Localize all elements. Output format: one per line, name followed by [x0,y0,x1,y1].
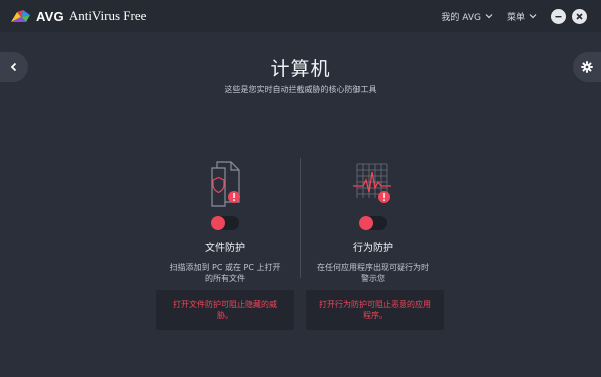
behavior-shield-toggle[interactable] [359,216,387,230]
file-shield-panel: 文件防护 扫描添加到 PC 或在 PC 上打开的所有文件 [145,158,305,284]
file-shield-toggle[interactable] [211,216,239,230]
file-shield-warning[interactable]: 打开文件防护可阻止隐藏的威胁。 [156,290,294,330]
close-icon [576,12,583,20]
minimize-icon [555,15,562,17]
my-avg-label: 我的 AVG [441,12,481,23]
page-subtitle: 这些是您实时自动拦截威胁的核心防御工具 [224,85,377,94]
close-button[interactable] [572,8,587,24]
avg-logo-icon [11,10,30,22]
title-bar: AVG AntiVirus Free 我的 AVG 菜单 [0,0,601,32]
titlebar-controls: 我的 AVG 菜单 [441,0,587,32]
toggle-knob [359,216,373,230]
my-avg-menu[interactable]: 我的 AVG [441,10,493,23]
feature-name: 行为防护 [353,243,393,254]
brand-name: AVG [36,8,64,24]
chevron-down-icon [529,14,537,19]
behavior-shield-icon [353,163,391,203]
feature-description: 在任何应用程序出现可疑行为时警示您 [317,263,429,283]
main-content: 计算机 这些是您实时自动拦截威胁的核心防御工具 文件防护 扫描添加到 PC 或在… [0,32,601,377]
feature-description: 扫描添加到 PC 或在 PC 上打开的所有文件 [169,263,281,283]
minimize-button[interactable] [551,8,566,24]
behavior-shield-panel: 行为防护 在任何应用程序出现可疑行为时警示您 [293,158,453,284]
page-title: 计算机 [270,58,331,80]
app-logo: AVG AntiVirus Free [10,8,146,24]
menu-label: 菜单 [506,12,525,23]
toggle-knob [211,216,225,230]
chevron-down-icon [485,14,493,19]
feature-name: 文件防护 [205,243,245,254]
behavior-shield-warning[interactable]: 打开行为防护可阻止恶意的应用程序。 [306,290,444,330]
main-menu[interactable]: 菜单 [507,10,537,23]
product-name: AntiVirus Free [68,8,147,23]
file-shield-icon [211,161,240,207]
